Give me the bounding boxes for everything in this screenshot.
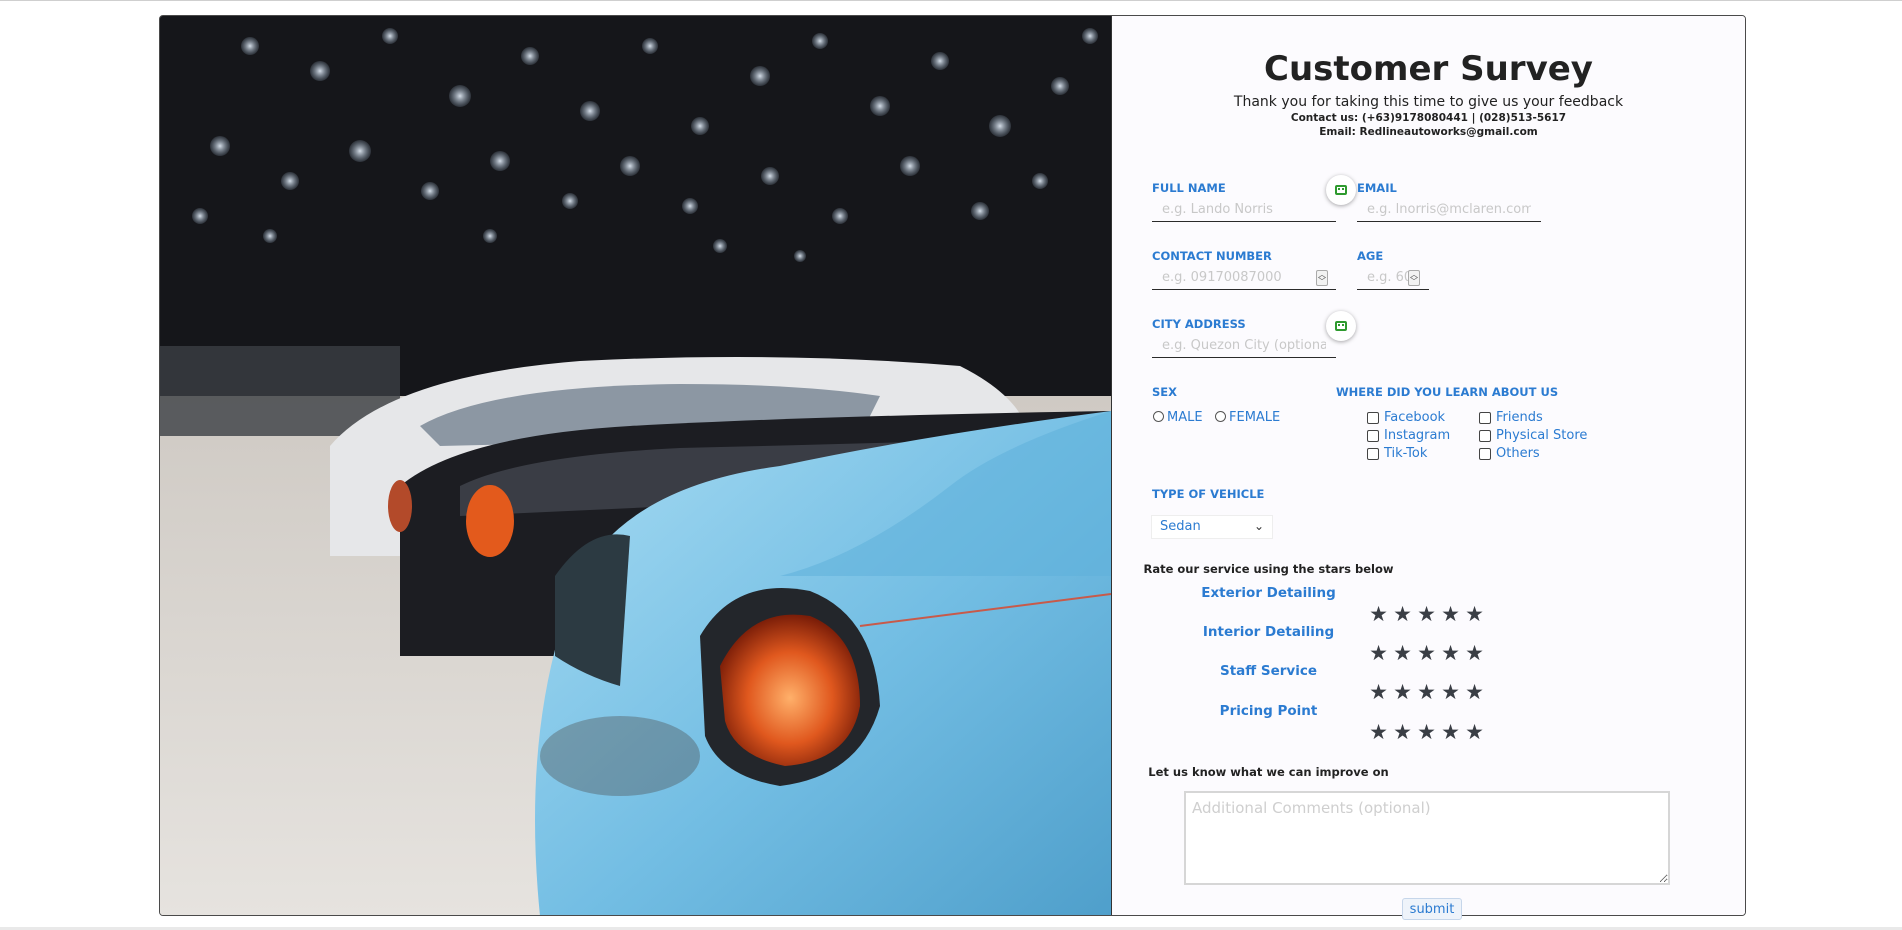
autofill-extension-icon[interactable]: [1326, 175, 1356, 205]
full-name-label: FULL NAME: [1152, 181, 1226, 195]
interior-detailing-label: Interior Detailing: [1202, 624, 1335, 640]
submit-button[interactable]: submit: [1402, 898, 1462, 920]
facebook-option-label[interactable]: Facebook: [1384, 410, 1445, 425]
male-option-label[interactable]: MALE: [1167, 410, 1203, 425]
email-info: Email: Redlineautoworks@gmail.com: [1319, 126, 1538, 138]
email-label: EMAIL: [1357, 181, 1397, 195]
female-radio[interactable]: [1215, 411, 1226, 422]
subtitle: Thank you for taking this time to give u…: [1233, 94, 1624, 110]
star-icon[interactable]: ★: [1392, 604, 1413, 625]
vehicle-type-value: Sedan: [1160, 519, 1201, 534]
tiktok-option-label[interactable]: Tik-Tok: [1384, 446, 1427, 461]
full-name-field[interactable]: [1152, 198, 1336, 222]
others-checkbox[interactable]: [1479, 448, 1491, 460]
pricing-point-stars[interactable]: ★ ★ ★ ★ ★: [1368, 722, 1488, 743]
sex-label: SEX: [1152, 385, 1178, 399]
survey-panel: Customer Survey Thank you for taking thi…: [1112, 16, 1745, 915]
star-icon[interactable]: ★: [1464, 722, 1485, 743]
exterior-detailing-stars[interactable]: ★ ★ ★ ★ ★: [1368, 604, 1488, 625]
car-showroom-illustration: [160, 16, 1111, 915]
instagram-checkbox[interactable]: [1367, 430, 1379, 442]
contact-number-label: CONTACT NUMBER: [1152, 249, 1272, 263]
survey-card: Customer Survey Thank you for taking thi…: [159, 15, 1746, 916]
friends-option-label[interactable]: Friends: [1496, 410, 1543, 425]
staff-service-stars[interactable]: ★ ★ ★ ★ ★: [1368, 682, 1488, 703]
learn-about-label: WHERE DID YOU LEARN ABOUT US: [1336, 385, 1559, 399]
pricing-point-label: Pricing Point: [1219, 703, 1318, 719]
star-icon[interactable]: ★: [1464, 604, 1485, 625]
age-stepper[interactable]: ︿ ﹀: [1408, 270, 1420, 286]
star-icon[interactable]: ★: [1464, 643, 1485, 664]
physical-store-option-label[interactable]: Physical Store: [1496, 428, 1587, 443]
age-label: AGE: [1357, 249, 1384, 263]
interior-detailing-stars[interactable]: ★ ★ ★ ★ ★: [1368, 643, 1488, 664]
star-icon[interactable]: ★: [1368, 604, 1389, 625]
city-address-label: CITY ADDRESS: [1152, 317, 1246, 331]
star-icon[interactable]: ★: [1392, 722, 1413, 743]
instagram-option-label[interactable]: Instagram: [1384, 428, 1450, 443]
autofill-extension-icon[interactable]: [1326, 311, 1356, 341]
star-icon[interactable]: ★: [1416, 682, 1437, 703]
tiktok-checkbox[interactable]: [1367, 448, 1379, 460]
star-icon[interactable]: ★: [1440, 722, 1461, 743]
star-icon[interactable]: ★: [1368, 682, 1389, 703]
physical-store-checkbox[interactable]: [1479, 430, 1491, 442]
rating-header: Rate our service using the stars below: [1143, 562, 1394, 576]
star-icon[interactable]: ★: [1440, 682, 1461, 703]
male-radio[interactable]: [1153, 411, 1164, 422]
improve-header: Let us know what we can improve on: [1148, 765, 1389, 779]
exterior-detailing-label: Exterior Detailing: [1201, 585, 1336, 601]
star-icon[interactable]: ★: [1392, 643, 1413, 664]
vehicle-type-label: TYPE OF VEHICLE: [1152, 487, 1265, 501]
others-option-label[interactable]: Others: [1496, 446, 1540, 461]
star-icon[interactable]: ★: [1440, 604, 1461, 625]
facebook-checkbox[interactable]: [1367, 412, 1379, 424]
star-icon[interactable]: ★: [1368, 643, 1389, 664]
city-address-field[interactable]: [1152, 334, 1336, 358]
contact-info: Contact us: (+63)9178080441 | (028)513-5…: [1290, 112, 1567, 124]
hero-car-photo: [160, 16, 1112, 915]
friends-checkbox[interactable]: [1479, 412, 1491, 424]
contact-number-stepper[interactable]: ︿ ﹀: [1316, 270, 1328, 286]
top-border: [0, 0, 1902, 1]
page-title: Customer Survey: [1264, 49, 1593, 89]
star-icon[interactable]: ★: [1464, 682, 1485, 703]
star-icon[interactable]: ★: [1416, 722, 1437, 743]
vehicle-type-select[interactable]: Sedan ⌄: [1151, 515, 1273, 539]
star-icon[interactable]: ★: [1392, 682, 1413, 703]
star-icon[interactable]: ★: [1416, 643, 1437, 664]
email-field[interactable]: [1357, 198, 1541, 222]
star-icon[interactable]: ★: [1368, 722, 1389, 743]
staff-service-label: Staff Service: [1219, 663, 1318, 679]
chevron-down-icon: ⌄: [1253, 519, 1264, 533]
contact-number-field[interactable]: [1152, 266, 1336, 290]
star-icon[interactable]: ★: [1440, 643, 1461, 664]
comments-textarea[interactable]: [1184, 791, 1670, 885]
star-icon[interactable]: ★: [1416, 604, 1437, 625]
female-option-label[interactable]: FEMALE: [1229, 410, 1280, 425]
